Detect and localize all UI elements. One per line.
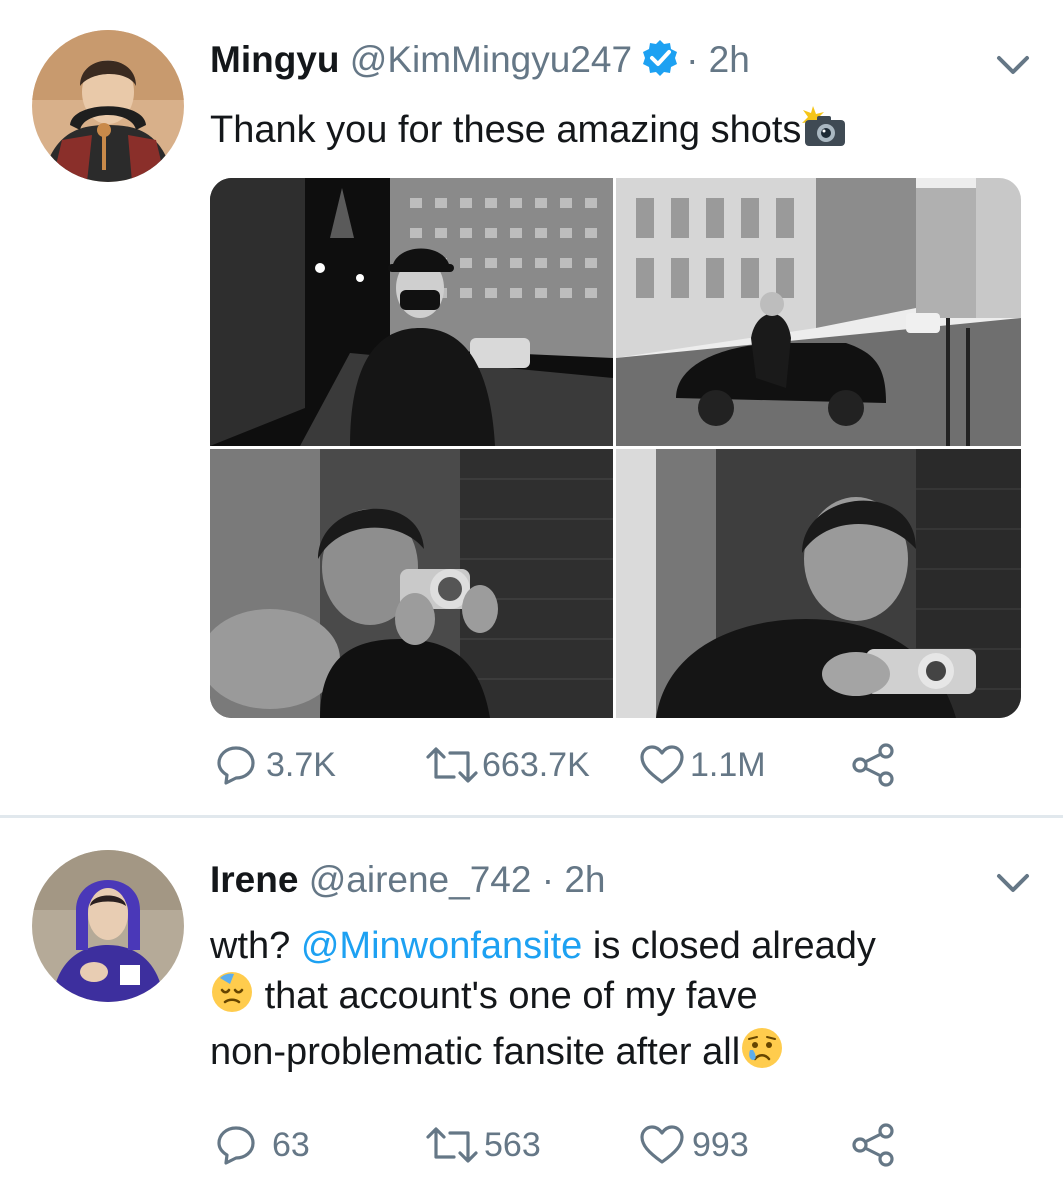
retweet-icon [426,747,478,783]
photo-4[interactable] [616,449,1021,718]
retweet-icon [426,1127,478,1163]
like-count: 1.1M [690,745,766,784]
tweet-actions: 3.7K 663.7K 1.1M [214,740,914,790]
reply-button[interactable]: 63 [214,1120,310,1170]
reply-icon [217,746,255,785]
tweet-text-part: non-problematic fansite after all [210,1031,741,1073]
reply-count: 63 [272,1125,310,1164]
reply-button[interactable]: 3.7K [214,740,336,790]
separator-dot: · [686,39,699,80]
display-name[interactable]: Mingyu [210,39,339,80]
like-count: 993 [692,1125,749,1164]
worried-tear-face-emoji-icon [740,1026,784,1082]
retweet-count: 563 [484,1125,541,1164]
tweet-header: Mingyu @KimMingyu247 · 2h [210,38,750,88]
share-button[interactable] [850,740,898,790]
tweet-text-line-1: wth? @Minwonfansite is closed already [210,922,1010,970]
photo-2[interactable] [616,178,1021,446]
tweet-text-part: is closed already [592,925,876,967]
tweet-mingyu[interactable]: Mingyu @KimMingyu247 · 2h Thank you for … [0,0,1063,815]
timestamp[interactable]: 2h [564,859,605,900]
share-icon [852,1123,894,1167]
tweet-text: Thank you for these amazing shots [210,104,847,160]
tweet-text-part: that account's one of my fave [264,975,758,1017]
tweet-header: Irene @airene_742 · 2h [210,858,606,902]
display-name[interactable]: Irene [210,859,298,900]
username[interactable]: @KimMingyu247 [350,39,632,80]
photo-1[interactable] [210,178,613,446]
like-button[interactable]: 993 [638,1120,749,1170]
downcast-sweat-face-emoji-icon [210,970,254,1026]
photo-3[interactable] [210,449,613,718]
retweet-count: 663.7K [482,745,590,784]
verified-badge-icon [640,38,680,88]
separator-dot: · [541,859,555,900]
like-button[interactable]: 1.1M [638,740,766,790]
tweet-text-body: Thank you for these amazing shots [210,109,802,151]
tweet-irene[interactable]: Irene @airene_742 · 2h wth? @Minwonfansi… [0,818,1063,1188]
username[interactable]: @airene_742 [309,859,532,900]
retweet-button[interactable]: 663.7K [424,740,590,790]
timestamp[interactable]: 2h [709,39,750,80]
tweet-text-part: wth? [210,925,291,967]
share-button[interactable] [850,1120,898,1170]
reply-count: 3.7K [266,745,336,784]
chevron-down-icon[interactable] [993,868,1033,898]
tweet-text-line-2: that account's one of my fave [210,970,1010,1026]
chevron-down-icon[interactable] [993,50,1033,80]
reply-icon [217,1126,255,1165]
media-grid[interactable] [210,178,1021,718]
heart-icon [640,1125,684,1164]
share-icon [852,743,894,787]
retweet-button[interactable]: 563 [424,1120,541,1170]
tweet-text: wth? @Minwonfansite is closed already th… [210,922,1010,1082]
camera-flash-emoji-icon [801,104,847,160]
avatar[interactable] [32,30,184,182]
heart-icon [640,745,684,784]
tweet-text-line-3: non-problematic fansite after all [210,1026,1010,1082]
mention-link[interactable]: @Minwonfansite [301,925,582,967]
avatar[interactable] [32,850,184,1002]
tweet-actions: 63 563 993 [214,1120,914,1170]
